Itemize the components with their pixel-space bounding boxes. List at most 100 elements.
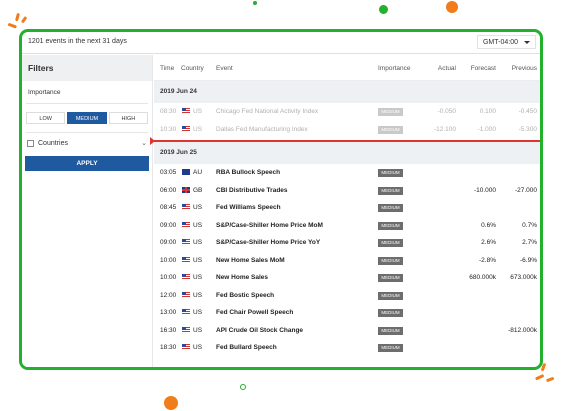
event-time: 03:05 (160, 169, 177, 176)
importance-options: LOW MEDIUM HIGH (22, 104, 152, 132)
event-country: US (193, 125, 203, 133)
event-forecast: 0.6% (481, 221, 496, 229)
event-name[interactable]: New Home Sales MoM (216, 257, 285, 264)
importance-badge: MEDIUM (378, 309, 403, 317)
event-time: 10:00 (160, 256, 177, 264)
events-count: 1201 events in the next 31 days (28, 38, 127, 45)
flag-us-icon (182, 221, 190, 228)
dot-green-top (379, 5, 388, 14)
current-time-marker-icon (150, 137, 155, 145)
event-country: US (193, 344, 203, 351)
importance-medium-button[interactable]: MEDIUM (67, 112, 107, 124)
header-actual[interactable]: Actual (438, 65, 456, 72)
apply-button[interactable]: APPLY (25, 156, 149, 171)
event-previous: -5.300 (518, 125, 537, 133)
flag-us-icon (182, 239, 190, 245)
header-previous[interactable]: Previous (512, 65, 537, 72)
event-time: 12:00 (160, 291, 177, 299)
event-time: 13:00 (160, 309, 177, 316)
importance-high-button[interactable]: HIGH (108, 112, 148, 124)
event-name[interactable]: Dallas Fed Manufacturing Index (216, 126, 308, 133)
importance-low-button[interactable]: LOW (26, 112, 66, 124)
event-name[interactable]: New Home Sales (216, 274, 268, 281)
event-name[interactable]: RBA Bullock Speech (216, 169, 280, 176)
importance-badge: MEDIUM (378, 186, 403, 195)
table-body: 2019 Jun 24 08:30 US Chicago Fed National A… (150, 81, 540, 357)
event-forecast: 2.6% (481, 239, 496, 246)
table-row[interactable]: 09:00 US S&P/Case-Shiller Home Price YoY ME… (154, 234, 540, 252)
table-row[interactable]: 03:05 AU RBA Bullock Speech MEDIUM (154, 164, 540, 182)
event-time: 16:30 (160, 326, 177, 334)
calendar-widget: 1201 events in the next 31 days GMT-04:0… (19, 29, 543, 370)
event-country: US (193, 291, 203, 299)
timezone-select[interactable]: GMT-04:00 (476, 35, 536, 49)
event-country: US (193, 108, 203, 115)
event-name[interactable]: Fed Chair Powell Speech (216, 309, 293, 316)
event-previous: -0.450 (518, 108, 537, 115)
table-row[interactable]: 08:30 US Chicago Fed National Activity Ind… (154, 103, 540, 121)
header-country[interactable]: Country (181, 65, 204, 72)
event-time: 18:30 (160, 344, 177, 351)
event-country: US (193, 326, 203, 334)
event-country: US (193, 309, 203, 316)
table-row[interactable]: 09:00 US S&P/Case-Shiller Home Price MoM ME… (154, 217, 540, 235)
flag-us-icon (182, 125, 190, 132)
chevron-down-icon (524, 40, 530, 44)
event-time: 08:30 (160, 108, 177, 115)
event-time: 06:00 (160, 186, 177, 194)
flag-au-icon (182, 169, 190, 175)
event-time: 10:30 (160, 125, 177, 133)
event-forecast: -2.8% (479, 256, 496, 264)
table-row[interactable]: 06:00 GB CBI Distributive Trades MEDIUM -10.… (154, 182, 540, 200)
table-row[interactable]: 10:00 US New Home Sales MoM MEDIUM -2.8% -6.9… (154, 252, 540, 270)
header-importance[interactable]: Importance (378, 65, 411, 72)
header-time[interactable]: Time (160, 65, 174, 72)
event-name[interactable]: Chicago Fed National Activity Index (216, 108, 318, 115)
importance-badge: MEDIUM (378, 326, 403, 335)
table-row[interactable]: 10:00 US New Home Sales MEDIUM 680.000k 673.0… (154, 269, 540, 287)
importance-label: Importance (28, 89, 61, 96)
event-actual: -0.050 (437, 108, 456, 115)
table-row[interactable]: 16:30 US API Crude Oil Stock Change MEDIUM -… (154, 322, 540, 340)
importance-badge: MEDIUM (378, 108, 403, 116)
filters-title: Filters (22, 55, 152, 81)
event-name[interactable]: S&P/Case-Shiller Home Price YoY (216, 239, 320, 246)
table-row[interactable]: 10:30 US Dallas Fed Manufacturing Index MED… (154, 121, 540, 139)
table-row[interactable]: 18:30 US Fed Bullard Speech MEDIUM (154, 339, 540, 357)
event-previous: 2.7% (522, 239, 537, 246)
countries-label: Countries (38, 139, 68, 147)
events-table: Time Country Event Importance Actual For… (150, 55, 540, 367)
countries-checkbox[interactable] (27, 139, 34, 147)
importance-badge: MEDIUM (378, 204, 403, 212)
event-previous: -812.000k (508, 326, 537, 334)
importance-badge: MEDIUM (378, 169, 403, 177)
event-previous: -6.9% (520, 256, 537, 264)
event-name[interactable]: S&P/Case-Shiller Home Price MoM (216, 222, 323, 229)
flag-us-icon (182, 108, 190, 114)
event-name[interactable]: Fed Bullard Speech (216, 344, 277, 351)
dot-orange-bottom (164, 396, 178, 410)
header-event[interactable]: Event (216, 65, 233, 72)
event-country: US (193, 239, 203, 246)
importance-badge: MEDIUM (378, 274, 403, 282)
importance-badge: MEDIUM (378, 344, 403, 352)
importance-badge: MEDIUM (378, 221, 403, 230)
event-name[interactable]: Fed Bostic Speech (216, 292, 274, 299)
event-country: AU (193, 169, 203, 176)
event-previous: 673.000k (510, 274, 537, 281)
countries-filter[interactable]: Countries ⌄ (22, 133, 152, 153)
header-forecast[interactable]: Forecast (471, 65, 496, 72)
event-country: US (193, 221, 203, 229)
date-group-header: 2019 Jun 25 (154, 142, 540, 164)
table-row[interactable]: 12:00 US Fed Bostic Speech MEDIUM (154, 287, 540, 305)
importance-badge: MEDIUM (378, 239, 403, 247)
event-name[interactable]: Fed Williams Speech (216, 204, 281, 211)
importance-badge: MEDIUM (378, 125, 403, 134)
flag-us-icon (182, 274, 190, 280)
table-row[interactable]: 08:45 US Fed Williams Speech MEDIUM (154, 199, 540, 217)
event-name[interactable]: API Crude Oil Stock Change (216, 327, 303, 334)
event-name[interactable]: CBI Distributive Trades (216, 187, 288, 194)
event-country: US (193, 204, 203, 211)
table-row[interactable]: 13:00 US Fed Chair Powell Speech MEDIUM (154, 304, 540, 322)
chevron-down-icon[interactable]: ⌄ (141, 139, 147, 147)
